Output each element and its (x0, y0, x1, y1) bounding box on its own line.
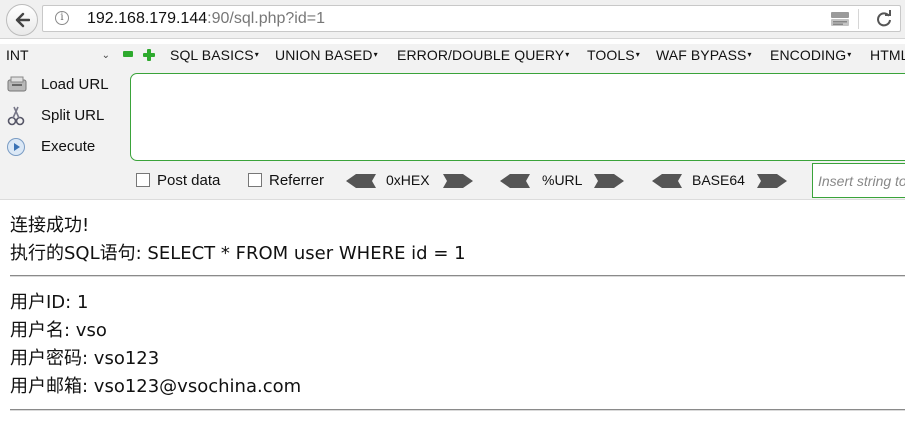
referrer-label: Referrer (269, 172, 325, 189)
user-id: 用户ID: 1 (10, 292, 89, 313)
minus-icon[interactable] (123, 51, 133, 57)
referrer-checkbox[interactable]: Referrer (248, 172, 324, 189)
menu-error-double-query[interactable]: ERROR/DOUBLE QUERY▾ (397, 47, 569, 63)
base64-decode-arrow-icon[interactable] (652, 174, 682, 188)
url-path: :90/sql.php?id=1 (207, 10, 325, 27)
menu-tools[interactable]: TOOLS▾ (587, 47, 640, 63)
dropdown-arrow-icon: ▾ (747, 50, 752, 59)
hex-encode-arrow-icon[interactable] (443, 174, 473, 188)
divider (10, 409, 905, 411)
base64-encode-arrow-icon[interactable] (757, 174, 787, 188)
menu-union-based[interactable]: UNION BASED▾ (275, 47, 378, 63)
url-encode-label: %URL (542, 172, 583, 188)
info-icon[interactable]: i (55, 11, 69, 25)
execute-label: Execute (41, 138, 96, 155)
user-info: 用户ID: 1 用户名: vso 用户密码: vso123 用户邮箱: vso1… (10, 289, 905, 401)
browser-navbar: i 192.168.179.144:90/sql.php?id=1 (0, 0, 905, 39)
sql-statement: 执行的SQL语句: SELECT * FROM user WHERE id = … (10, 243, 466, 264)
hackbar-panel: Load URL Split URL Execute Post data Ref… (0, 68, 905, 200)
menu-label: TOOLS (587, 47, 635, 63)
type-select-value: INT (6, 47, 29, 63)
back-arrow-icon (15, 12, 30, 28)
hackbar-menu-bar: INT ⌄ SQL BASICS▾ UNION BASED▾ ERROR/DOU… (0, 44, 905, 68)
scissors-icon (7, 106, 25, 126)
url-host: 192.168.179.144 (87, 10, 208, 27)
load-url-icon (7, 76, 27, 92)
split-url-label: Split URL (41, 107, 105, 124)
insert-string-input[interactable]: Insert string to replace (812, 163, 905, 198)
menu-waf-bypass[interactable]: WAF BYPASS▾ (656, 47, 752, 63)
play-icon (7, 138, 25, 156)
page-content: 连接成功! 执行的SQL语句: SELECT * FROM user WHERE… (10, 212, 905, 268)
url-textarea[interactable] (130, 73, 905, 161)
checkbox-box[interactable] (248, 173, 262, 187)
execute-button[interactable]: Execute (4, 134, 124, 160)
menu-label: ERROR/DOUBLE QUERY (397, 47, 565, 63)
back-button[interactable] (6, 4, 38, 36)
reload-icon[interactable] (875, 10, 893, 28)
hex-decode-arrow-icon[interactable] (346, 174, 376, 188)
load-url-button[interactable]: Load URL (4, 72, 124, 98)
dropdown-arrow-icon: ▾ (565, 50, 570, 59)
dropdown-arrow-icon: ▾ (254, 50, 259, 59)
menu-encoding[interactable]: ENCODING▾ (770, 47, 851, 63)
dropdown-arrow-icon: ▾ (635, 50, 640, 59)
address-bar[interactable]: i 192.168.179.144:90/sql.php?id=1 (42, 5, 901, 32)
post-data-checkbox[interactable]: Post data (136, 172, 220, 189)
load-url-label: Load URL (41, 76, 109, 93)
user-name: 用户名: vso (10, 320, 107, 341)
base64-label: BASE64 (692, 172, 745, 188)
divider (10, 275, 905, 277)
hex-label: 0xHEX (386, 172, 430, 188)
reader-view-icon[interactable] (830, 11, 850, 27)
menu-html[interactable]: HTML (870, 47, 905, 63)
menu-label: WAF BYPASS (656, 47, 747, 63)
menu-label: HTML (870, 47, 905, 63)
menu-label: ENCODING (770, 47, 847, 63)
dropdown-arrow-icon: ▾ (373, 50, 378, 59)
post-data-label: Post data (157, 172, 221, 189)
menu-label: UNION BASED (275, 47, 373, 63)
url-decode-arrow-icon[interactable] (500, 174, 530, 188)
plus-icon[interactable] (143, 49, 155, 61)
user-password: 用户密码: vso123 (10, 348, 160, 369)
url-separator (858, 9, 859, 29)
type-select[interactable]: INT ⌄ (2, 45, 114, 66)
split-url-button[interactable]: Split URL (4, 103, 124, 129)
url-text[interactable]: 192.168.179.144:90/sql.php?id=1 (87, 10, 325, 28)
user-email: 用户邮箱: vso123@vsochina.com (10, 376, 302, 397)
dropdown-arrow-icon: ▾ (847, 50, 852, 59)
menu-label: SQL BASICS (170, 47, 254, 63)
url-encode-arrow-icon[interactable] (594, 174, 624, 188)
chevron-down-icon: ⌄ (101, 50, 110, 61)
checkbox-box[interactable] (136, 173, 150, 187)
menu-sql-basics[interactable]: SQL BASICS▾ (170, 47, 259, 63)
connect-message: 连接成功! (10, 215, 90, 236)
